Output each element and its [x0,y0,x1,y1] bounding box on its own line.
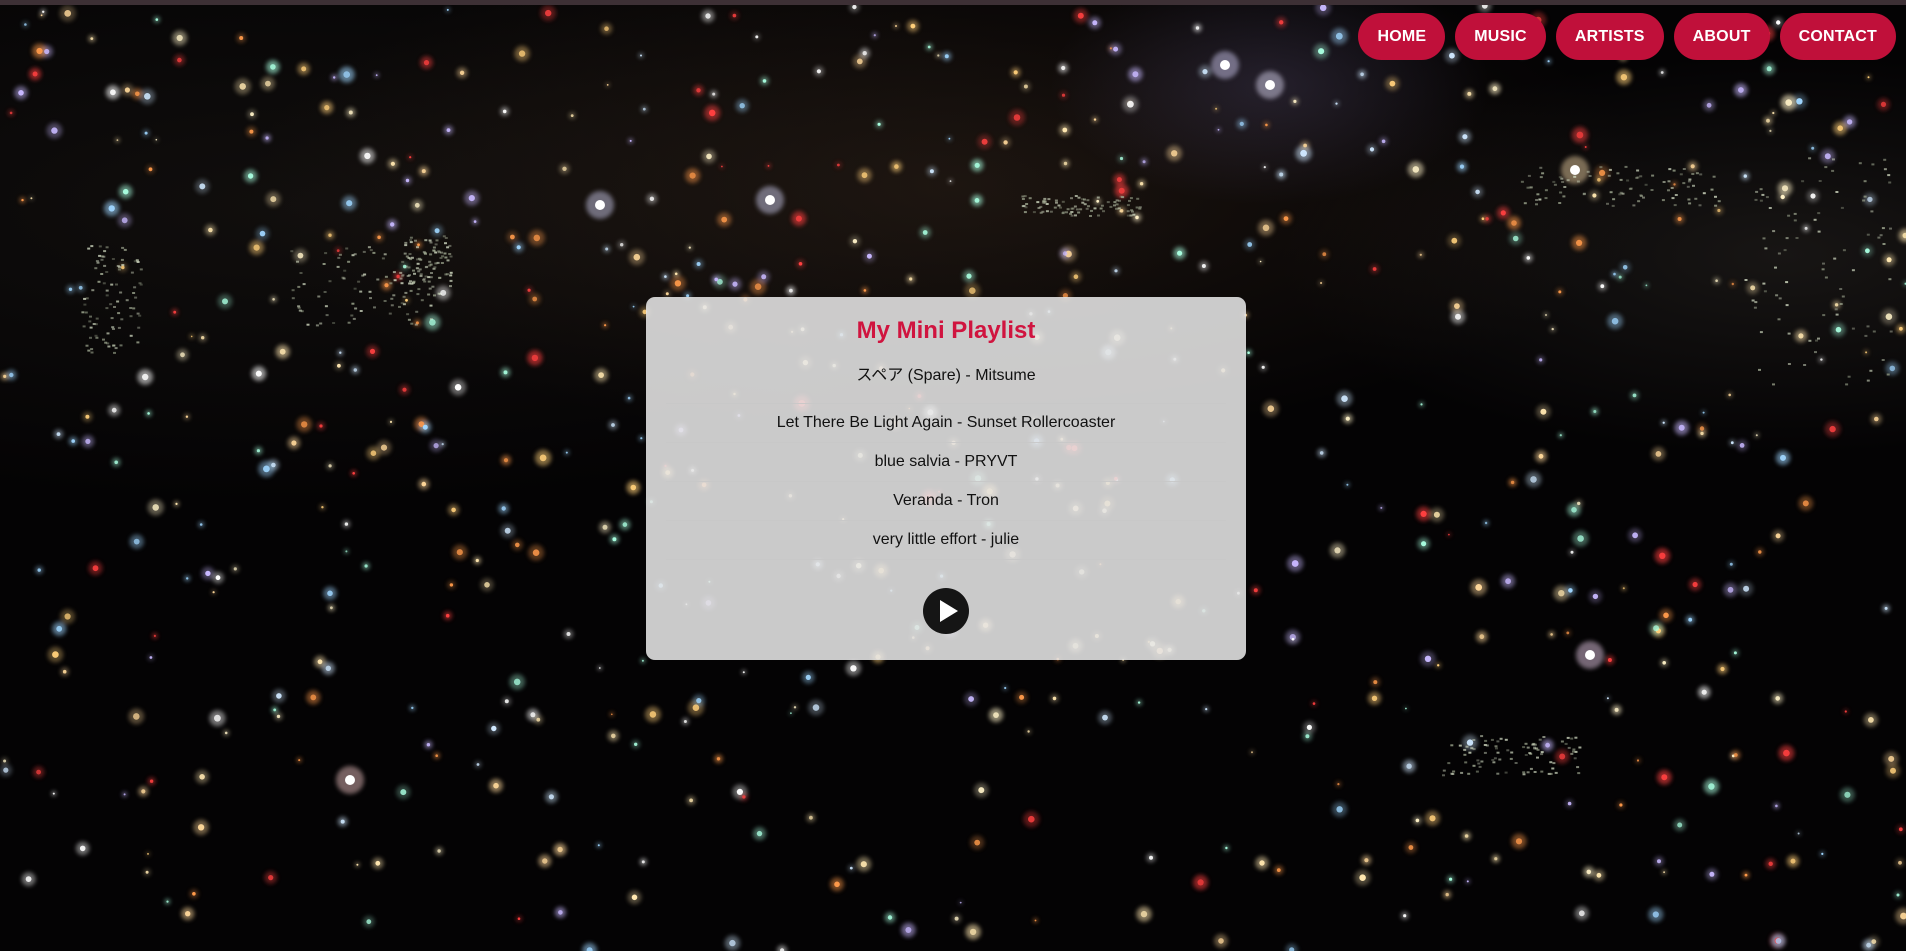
nav-artists-button[interactable]: ARTISTS [1555,13,1664,60]
track-item[interactable]: Let There Be Light Again - Sunset Roller… [666,404,1226,443]
nav-home-button[interactable]: HOME [1358,13,1446,60]
track-list: スペア (Spare) - Mitsume Let There Be Light… [666,361,1226,560]
playlist-card: My Mini Playlist スペア (Spare) - Mitsume L… [646,297,1246,660]
main-nav: HOME MUSIC ARTISTS ABOUT CONTACT [1358,13,1896,60]
nav-contact-button[interactable]: CONTACT [1779,13,1896,60]
track-item[interactable]: blue salvia - PRYVT [666,443,1226,482]
nav-about-button[interactable]: ABOUT [1673,13,1770,60]
play-button[interactable] [923,588,969,634]
track-item[interactable]: Veranda - Tron [666,482,1226,521]
playlist-title: My Mini Playlist [856,317,1036,344]
nav-music-button[interactable]: MUSIC [1455,13,1546,60]
play-icon [940,600,958,622]
track-item[interactable]: スペア (Spare) - Mitsume [666,361,1226,404]
track-item[interactable]: very little effort - julie [666,521,1226,560]
